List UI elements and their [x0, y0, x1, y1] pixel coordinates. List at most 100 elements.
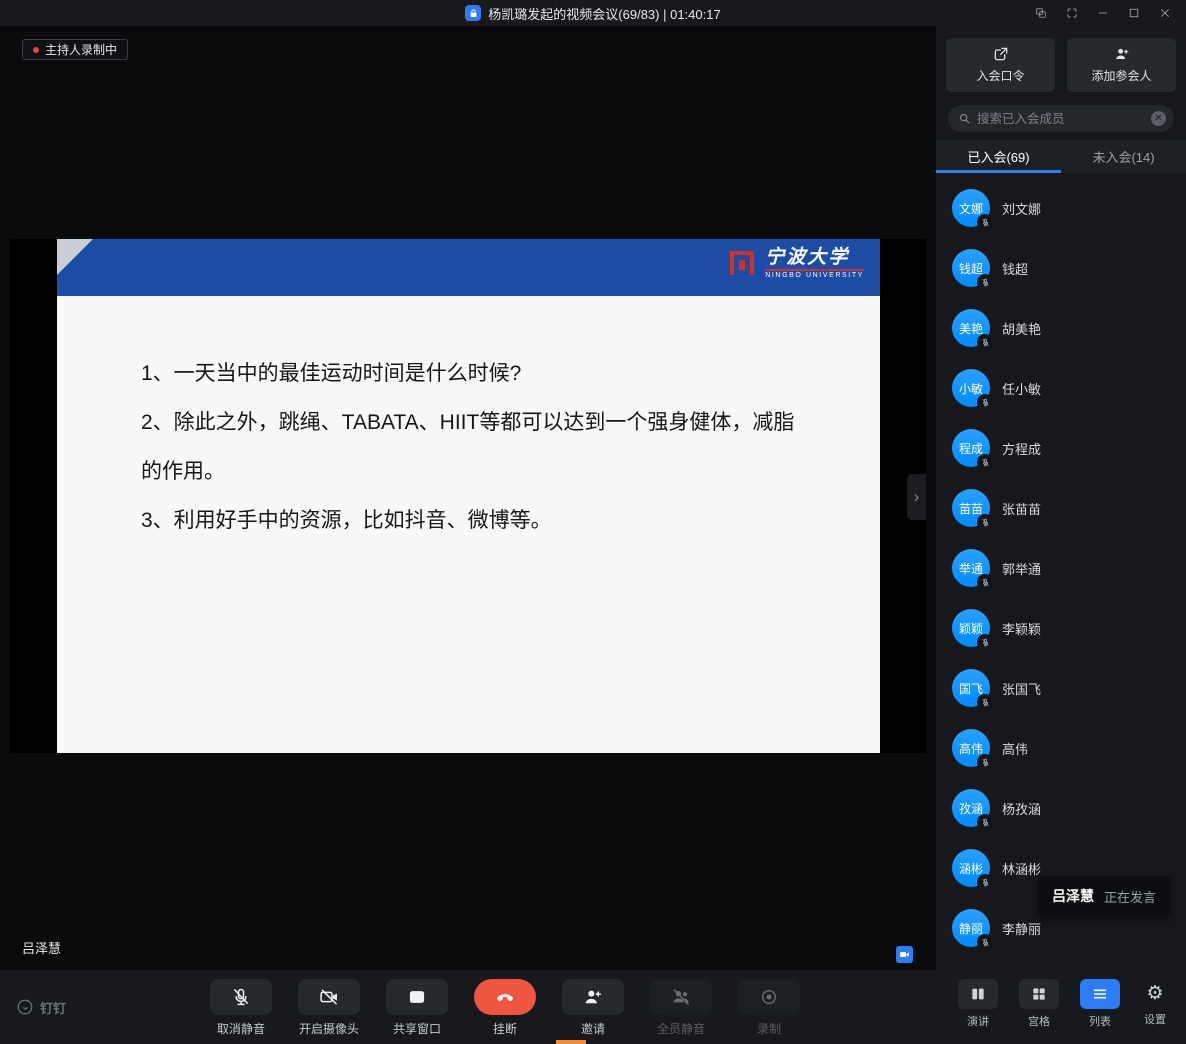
active-speaker-name: 吕泽慧 [22, 938, 61, 957]
unmute-button[interactable]: 取消静音 [210, 979, 272, 1037]
mute-all-button[interactable]: 全员静音 [650, 979, 712, 1037]
presenter-view-label: 演讲 [967, 1013, 989, 1029]
avatar: 静丽 [952, 909, 990, 947]
list-item[interactable]: 颖颖 李颖颖 [952, 598, 1186, 658]
avatar-initials: 高伟 [959, 740, 983, 757]
window-title: 杨凯璐发起的视频会议(69/83) | 01:40:17 [488, 4, 720, 23]
meeting-code-button[interactable]: 入会口令 [946, 38, 1055, 92]
mic-muted-badge-icon [977, 634, 993, 650]
view-list-button[interactable]: 列表 [1077, 979, 1123, 1029]
avatar-initials: 孜涵 [959, 800, 983, 817]
record-label: 录制 [757, 1020, 781, 1037]
camera-on-label: 开启摄像头 [299, 1020, 359, 1037]
add-participant-button[interactable]: 添加参会人 [1067, 38, 1176, 92]
sidebar-actions: 入会口令 添加参会人 [936, 26, 1186, 102]
popout-icon[interactable] [1030, 3, 1052, 23]
user-plus-icon [1114, 46, 1130, 62]
view-presenter-button[interactable]: 演讲 [955, 979, 1001, 1029]
video-stage: 主持人录制中 宁波大学 NINGBO UNIVERSITY 1、一天当中的最佳运… [0, 26, 926, 970]
mute-all-icon [650, 979, 712, 1015]
search-icon [958, 112, 971, 125]
avatar: 文娜 [952, 189, 990, 227]
share-window-label: 共享窗口 [393, 1020, 441, 1037]
avatar-initials: 苗苗 [959, 500, 983, 517]
mic-muted-badge-icon [977, 754, 993, 770]
member-name: 郭举通 [1002, 559, 1041, 578]
grid-view-icon [1019, 979, 1059, 1009]
member-name: 高伟 [1002, 739, 1028, 758]
dingtalk-logo-icon [16, 998, 34, 1016]
view-grid-button[interactable]: 宫格 [1016, 979, 1062, 1029]
list-item[interactable]: 美艳 胡美艳 [952, 298, 1186, 358]
member-name: 方程成 [1002, 439, 1041, 458]
camera-on-button[interactable]: 开启摄像头 [298, 979, 360, 1037]
participant-tabs: 已入会(69) 未入会(14) [936, 140, 1186, 173]
avatar-initials: 涵彬 [959, 860, 983, 877]
settings-label: 设置 [1144, 1011, 1166, 1027]
invite-button[interactable]: 邀请 [562, 979, 624, 1037]
titlebar: 杨凯璐发起的视频会议(69/83) | 01:40:17 [0, 0, 1186, 26]
avatar: 程成 [952, 429, 990, 467]
list-item[interactable]: 小敏 任小敏 [952, 358, 1186, 418]
list-item[interactable]: 文娜 刘文娜 [952, 178, 1186, 238]
search-input[interactable] [977, 112, 1145, 126]
grid-view-label: 宫格 [1028, 1013, 1050, 1029]
tab-not-joined[interactable]: 未入会(14) [1061, 140, 1186, 173]
camera-off-icon [298, 979, 360, 1015]
list-item[interactable]: 高伟 高伟 [952, 718, 1186, 778]
list-item[interactable]: 苗苗 张苗苗 [952, 478, 1186, 538]
speaking-tooltip: 吕泽慧 正在发言 [1038, 876, 1170, 916]
avatar: 钱超 [952, 249, 990, 287]
speaking-name: 吕泽慧 [1052, 886, 1094, 906]
university-name: 宁波大学 [765, 248, 864, 268]
list-item[interactable]: 举通 郭举通 [952, 538, 1186, 598]
invite-label: 邀请 [581, 1020, 605, 1037]
participants-sidebar: 入会口令 添加参会人 ✕ 已入会(69) 未入会(14) 文娜 [936, 26, 1186, 970]
avatar-initials: 钱超 [959, 260, 983, 277]
record-button[interactable]: 录制 [738, 979, 800, 1037]
taskbar-accent-bar [556, 1040, 586, 1044]
slide-text-line: 2、除此之外，跳绳、TABATA、HIIT等都可以达到一个强身健体，减脂 [141, 409, 840, 437]
presenter-view-icon [958, 979, 998, 1009]
mic-muted-icon [210, 979, 272, 1015]
hangup-button[interactable]: 挂断 [474, 979, 536, 1037]
avatar: 颖颖 [952, 609, 990, 647]
toolbar-view-buttons: 演讲 宫格 列表 ⚙ 设置 [955, 979, 1172, 1029]
recording-badge: 主持人录制中 [22, 39, 128, 60]
avatar-initials: 美艳 [959, 320, 983, 337]
avatar: 苗苗 [952, 489, 990, 527]
list-item[interactable]: 国飞 张国飞 [952, 658, 1186, 718]
record-icon [738, 979, 800, 1015]
minimize-icon[interactable] [1092, 3, 1114, 23]
list-item[interactable]: 程成 方程成 [952, 418, 1186, 478]
list-item[interactable]: 钱超 钱超 [952, 238, 1186, 298]
mic-muted-badge-icon [977, 394, 993, 410]
list-view-label: 列表 [1089, 1013, 1111, 1029]
share-window-button[interactable]: 共享窗口 [386, 979, 448, 1037]
member-name: 杨孜涵 [1002, 799, 1041, 818]
member-name: 任小敏 [1002, 379, 1041, 398]
settings-button[interactable]: ⚙ 设置 [1138, 979, 1172, 1027]
sidebar-collapse-chevron-icon[interactable]: › [907, 474, 926, 520]
hangup-label: 挂断 [493, 1020, 517, 1037]
mute-all-label: 全员静音 [657, 1020, 705, 1037]
mic-muted-badge-icon [977, 334, 993, 350]
maximize-icon[interactable] [1123, 3, 1145, 23]
mic-muted-badge-icon [977, 814, 993, 830]
meeting-toolbar: 钉钉 取消静音 开启摄像头 共享窗口 挂断 邀请 [0, 970, 1186, 1044]
fullscreen-icon[interactable] [1061, 3, 1083, 23]
slide-text-line: 的作用。 [141, 458, 840, 486]
member-name: 钱超 [1002, 259, 1028, 278]
close-icon[interactable] [1154, 3, 1176, 23]
search-clear-icon[interactable]: ✕ [1151, 111, 1166, 126]
slide-text-line: 1、一天当中的最佳运动时间是什么时候? [141, 360, 840, 388]
avatar: 小敏 [952, 369, 990, 407]
member-name: 胡美艳 [1002, 319, 1041, 338]
tab-joined[interactable]: 已入会(69) [936, 140, 1061, 173]
avatar: 孜涵 [952, 789, 990, 827]
list-item[interactable]: 孜涵 杨孜涵 [952, 778, 1186, 838]
external-link-icon [993, 46, 1009, 62]
university-logo: 宁波大学 NINGBO UNIVERSITY [726, 247, 864, 279]
recording-dot-icon [33, 47, 39, 53]
slide-text-line: 3、利用好手中的资源，比如抖音、微博等。 [141, 507, 840, 535]
